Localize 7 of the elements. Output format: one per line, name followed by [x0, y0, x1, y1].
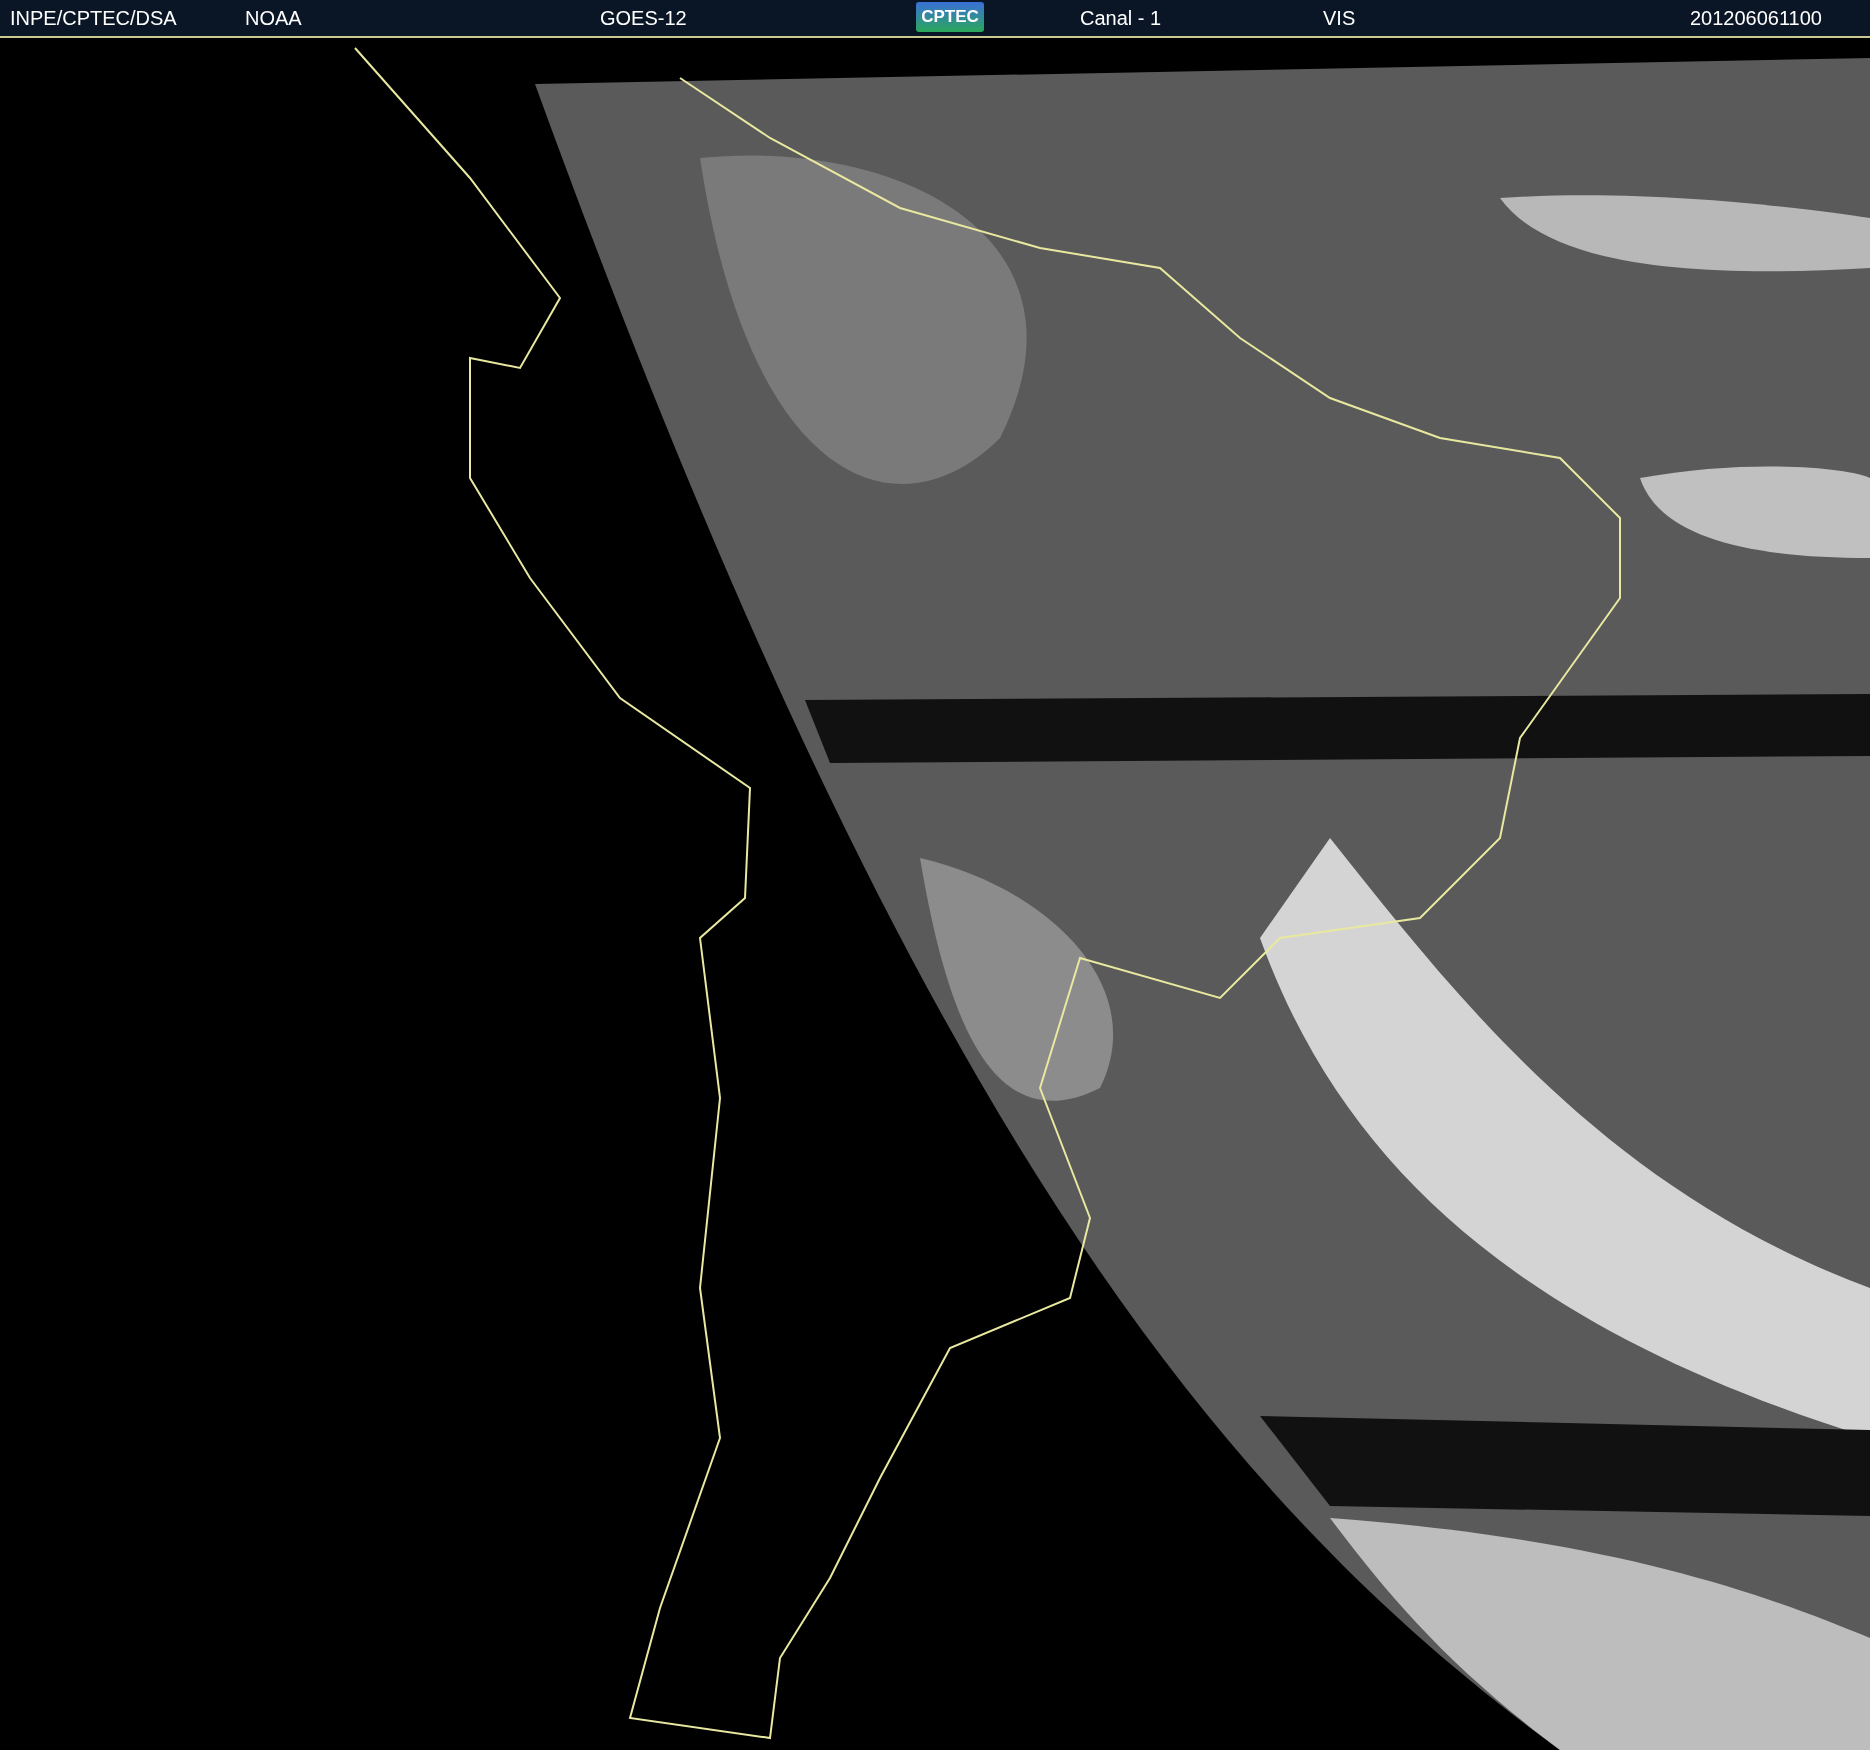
header-text: INPE/CPTEC/DSA: [10, 7, 177, 30]
header-text: 201206061100: [1690, 7, 1822, 30]
header-text: GOES-12: [600, 7, 687, 30]
header-text: NOAA: [245, 7, 302, 30]
header-text: VIS: [1323, 7, 1356, 30]
logo: CPTEC: [916, 2, 984, 32]
header-text: Canal - 1: [1080, 7, 1162, 30]
